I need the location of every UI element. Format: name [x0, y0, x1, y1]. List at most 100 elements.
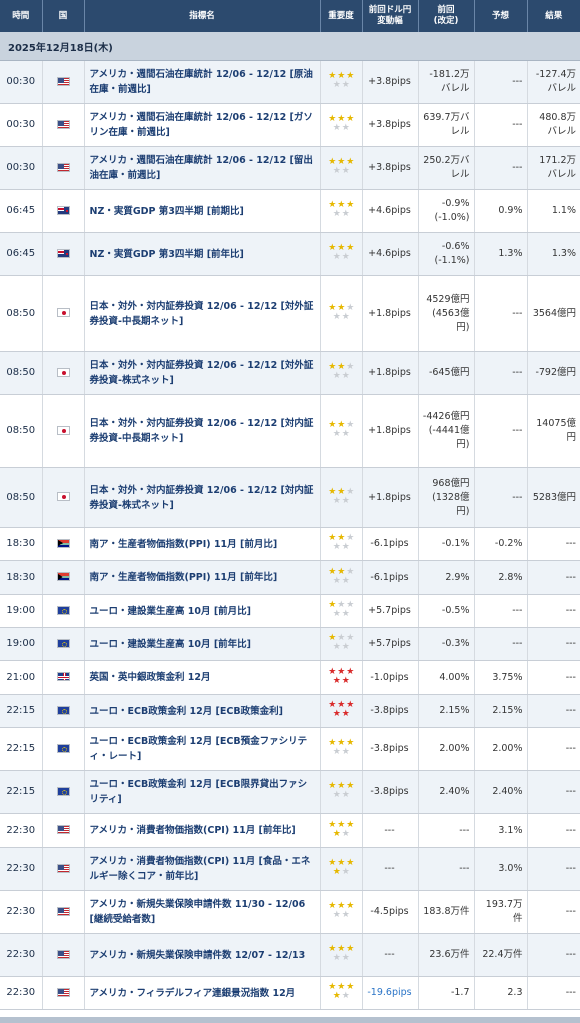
forecast-value: 2.00% [474, 727, 528, 771]
indicator-name-link[interactable]: 日本・対外・対内証券投資 12/06 - 12/12 [対内証券投資-中長期ネッ… [84, 394, 321, 468]
indicator-name-link[interactable]: 南ア・生産者物価指数(PPI) 11月 [前年比] [84, 560, 321, 595]
forecast-value: 1.3% [474, 232, 528, 276]
price-movement: -1.0pips [362, 660, 419, 695]
star-rating-icon: ★★★ ★★ [328, 858, 354, 877]
us-flag-icon [56, 987, 70, 997]
indicator-name-link[interactable]: 日本・対外・対内証券投資 12/06 - 12/12 [対内証券投資-株式ネット… [84, 467, 321, 528]
forecast-value: 193.7万件 [474, 890, 528, 934]
japan-flag-icon [56, 308, 70, 317]
table-row[interactable]: 19:00 ユーロ・建設業生産高 10月 [前年比] ★★★ ★★ +5.7pips -0… [0, 627, 580, 661]
indicator-name-link[interactable]: NZ・実質GDP 第3四半期 [前年比] [84, 232, 321, 276]
indicator-name-link[interactable]: アメリカ・消費者物価指数(CPI) 11月 [食品・エネルギー除くコア・前年比] [84, 847, 321, 891]
star-rating-icon: ★★★ ★★ [328, 533, 354, 552]
table-row[interactable]: 00:30 アメリカ・週間石油在庫統計 12/06 - 12/12 [原油在庫・前… [0, 60, 580, 104]
header-indicator[interactable]: 指標名 [84, 0, 321, 32]
indicator-name-link[interactable]: アメリカ・週間石油在庫統計 12/06 - 12/12 [留出油在庫・前週比] [84, 146, 321, 190]
header-time[interactable]: 時間 [0, 0, 43, 32]
table-row[interactable]: 22:30 アメリカ・消費者物価指数(CPI) 11月 [前年比] ★★★ ★★ ---… [0, 813, 580, 848]
indicator-name-link[interactable]: ユーロ・建設業生産高 10月 [前年比] [84, 627, 321, 661]
importance-stars: ★★★ ★★ [320, 394, 363, 468]
table-row[interactable]: 06:45 NZ・実質GDP 第3四半期 [前年比] ★★★ ★★ +4.6pips -0… [0, 232, 580, 276]
table-row[interactable]: 22:15 ユーロ・ECB政策金利 12月 [ECB政策金利] ★★★ ★★ -3.8p… [0, 694, 580, 728]
previous-value: -0.3% [418, 627, 475, 661]
japan-flag-icon [56, 425, 70, 435]
table-row[interactable]: 22:15 ユーロ・ECB政策金利 12月 [ECB預金ファシリティ・レート] ★★… [0, 727, 580, 771]
previous-value: 23.6万件 [418, 933, 475, 977]
table-row[interactable]: 08:50 日本・対外・対内証券投資 12/06 - 12/12 [対外証券投資-… [0, 275, 580, 352]
previous-value: -0.5% [418, 594, 475, 628]
indicator-name-link[interactable]: 南ア・生産者物価指数(PPI) 11月 [前月比] [84, 527, 321, 561]
previous-value: 4.00% [418, 660, 475, 695]
header-result[interactable]: 結果 [527, 0, 580, 32]
country-cell [42, 627, 85, 661]
importance-stars: ★★★ ★★ [320, 189, 363, 233]
table-row[interactable]: 21:00 英国・英中銀政策金利 12月 ★★★ ★★ -1.0pips 4.00% 3.7… [0, 660, 580, 695]
result-value: --- [527, 560, 580, 595]
result-value: --- [527, 694, 580, 728]
price-movement: -4.5pips [362, 890, 419, 934]
forecast-value: -0.2% [474, 527, 528, 561]
indicator-name-link[interactable]: 英国・英中銀政策金利 12月 [84, 660, 321, 695]
indicator-name-link[interactable]: アメリカ・フィラデルフィア連銀景況指数 12月 [84, 976, 321, 1010]
importance-stars: ★★★ ★★ [320, 351, 363, 395]
result-value: 1.3% [527, 232, 580, 276]
table-row[interactable]: 00:30 アメリカ・週間石油在庫統計 12/06 - 12/12 [留出油在庫・… [0, 146, 580, 190]
table-row[interactable]: 22:15 ユーロ・ECB政策金利 12月 [ECB限界貸出ファシリティ] ★★★ ★… [0, 770, 580, 814]
eu-flag-icon [56, 638, 70, 648]
table-row[interactable]: 22:30 アメリカ・消費者物価指数(CPI) 11月 [食品・エネルギー除くコア… [0, 847, 580, 891]
event-time: 00:30 [0, 60, 43, 104]
forecast-value: --- [474, 275, 528, 352]
event-time: 00:30 [0, 146, 43, 190]
indicator-name-link[interactable]: NZ・実質GDP 第3四半期 [前期比] [84, 189, 321, 233]
indicator-name-link[interactable]: アメリカ・消費者物価指数(CPI) 11月 [前年比] [84, 813, 321, 848]
table-row[interactable]: 22:30 アメリカ・新規失業保険申請件数 11/30 - 12/06 [継続受給… [0, 890, 580, 934]
country-cell [42, 560, 85, 595]
header-forecast[interactable]: 予想 [474, 0, 528, 32]
price-movement: +4.6pips [362, 189, 419, 233]
table-row[interactable]: 06:45 NZ・実質GDP 第3四半期 [前期比] ★★★ ★★ +4.6pips -0… [0, 189, 580, 233]
star-rating-icon: ★★★ ★★ [328, 71, 354, 90]
table-row[interactable]: 18:30 南ア・生産者物価指数(PPI) 11月 [前月比] ★★★ ★★ -6.1p… [0, 527, 580, 561]
price-movement: -6.1pips [362, 560, 419, 595]
importance-stars: ★★★ ★★ [320, 232, 363, 276]
indicator-name-link[interactable]: アメリカ・新規失業保険申請件数 11/30 - 12/06 [継続受給者数] [84, 890, 321, 934]
indicator-name-link[interactable]: 日本・対外・対内証券投資 12/06 - 12/12 [対外証券投資-中長期ネッ… [84, 275, 321, 352]
table-row[interactable]: 19:00 ユーロ・建設業生産高 10月 [前月比] ★★★ ★★ +5.7pips -0… [0, 594, 580, 628]
table-row[interactable]: 00:30 アメリカ・週間石油在庫統計 12/06 - 12/12 [ガソリン在庫… [0, 103, 580, 147]
table-row[interactable]: 22:30 アメリカ・フィラデルフィア連銀景況指数 12月 ★★★ ★★ -19.6pi… [0, 976, 580, 1010]
country-cell [42, 727, 85, 771]
importance-stars: ★★★ ★★ [320, 727, 363, 771]
header-previous[interactable]: 前回 (改定) [418, 0, 475, 32]
indicator-name-link[interactable]: ユーロ・建設業生産高 10月 [前月比] [84, 594, 321, 628]
event-time: 06:45 [0, 189, 43, 233]
indicator-name-link[interactable]: ユーロ・ECB政策金利 12月 [ECB預金ファシリティ・レート] [84, 727, 321, 771]
table-row[interactable]: 18:30 南ア・生産者物価指数(PPI) 11月 [前年比] ★★★ ★★ -6.1p… [0, 560, 580, 595]
star-rating-icon: ★★★ ★★ [328, 302, 354, 322]
indicator-name-link[interactable]: ユーロ・ECB政策金利 12月 [ECB限界貸出ファシリティ] [84, 770, 321, 814]
forecast-value: --- [474, 627, 528, 661]
indicator-name-link[interactable]: アメリカ・新規失業保険申請件数 12/07 - 12/13 [84, 933, 321, 977]
header-movement[interactable]: 前回ドル円 変動幅 [362, 0, 419, 32]
indicator-name-link[interactable]: 日本・対外・対内証券投資 12/06 - 12/12 [対外証券投資-株式ネット… [84, 351, 321, 395]
indicator-name-link[interactable]: ユーロ・ECB政策金利 12月 [ECB政策金利] [84, 694, 321, 728]
indicator-name-link[interactable]: アメリカ・週間石油在庫統計 12/06 - 12/12 [ガソリン在庫・前週比] [84, 103, 321, 147]
importance-stars: ★★★ ★★ [320, 560, 363, 595]
table-row[interactable]: 22:30 アメリカ・新規失業保険申請件数 12/07 - 12/13 ★★★ ★★ -… [0, 933, 580, 977]
forecast-value: 3.1% [474, 813, 528, 848]
forecast-value: 2.8% [474, 560, 528, 595]
header-importance[interactable]: 重要度 [320, 0, 363, 32]
previous-value: --- [418, 813, 475, 848]
table-row[interactable]: 08:50 日本・対外・対内証券投資 12/06 - 12/12 [対外証券投資-… [0, 351, 580, 395]
event-time: 18:30 [0, 527, 43, 561]
country-cell [42, 189, 85, 233]
country-cell [42, 351, 85, 395]
event-time: 08:50 [0, 467, 43, 528]
table-row[interactable]: 08:50 日本・対外・対内証券投資 12/06 - 12/12 [対内証券投資-… [0, 394, 580, 468]
previous-value: 968億円(1328億円) [418, 467, 475, 528]
table-row[interactable]: 08:50 日本・対外・対内証券投資 12/06 - 12/12 [対内証券投資-… [0, 467, 580, 528]
indicator-name-link[interactable]: アメリカ・週間石油在庫統計 12/06 - 12/12 [原油在庫・前週比] [84, 60, 321, 104]
forecast-value: 2.15% [474, 694, 528, 728]
header-country[interactable]: 国 [42, 0, 85, 32]
importance-stars: ★★★ ★★ [320, 813, 363, 848]
forecast-value: --- [474, 103, 528, 147]
